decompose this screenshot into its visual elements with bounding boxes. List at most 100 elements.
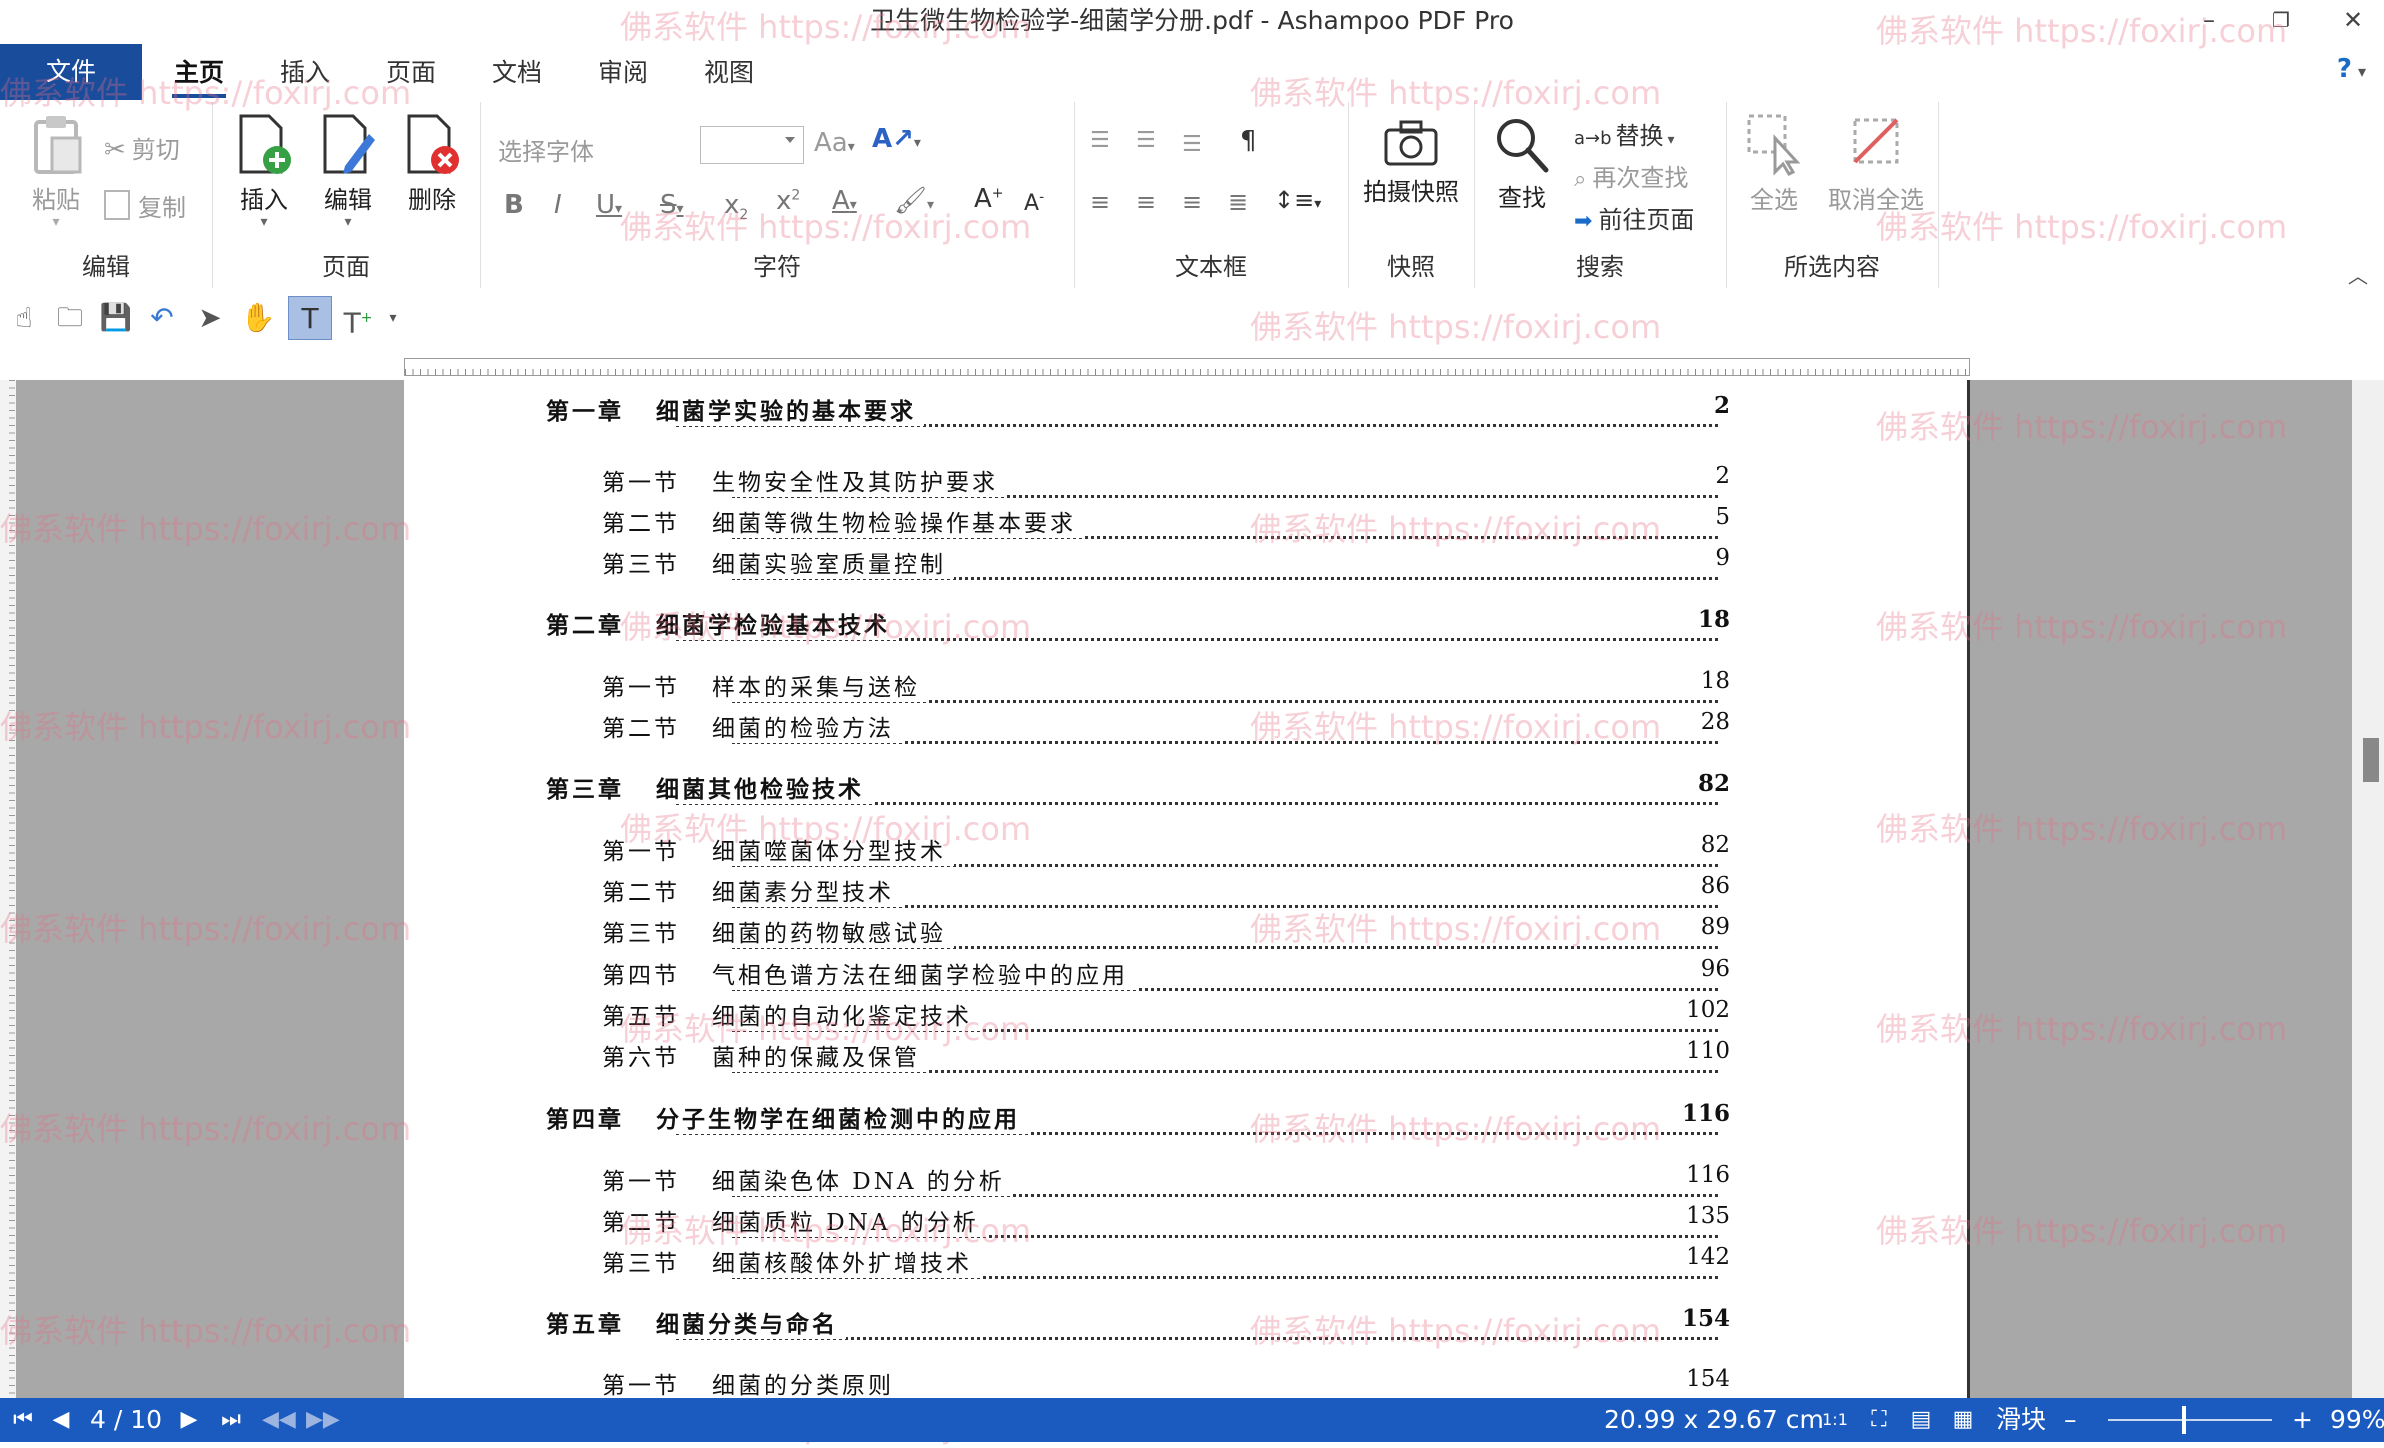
select-all-button[interactable]: 全选 (1734, 112, 1814, 215)
toc-section-row[interactable]: 第三节 细菌核酸体外扩增技术 142 (404, 1244, 1967, 1280)
toc-chapter-row[interactable]: 第五章 细菌分类与命名 154 (404, 1305, 1967, 1341)
list-style-3-button[interactable]: ☰ (1182, 132, 1202, 157)
minimize-button[interactable]: – (2174, 0, 2244, 42)
toc-section-row[interactable]: 第一节 细菌的分类原则 154 (404, 1366, 1967, 1398)
toc-section-row[interactable]: 第四节 气相色谱方法在细菌学检验中的应用 96 (404, 956, 1967, 992)
text-direction-button[interactable]: A↗▾ (872, 124, 921, 154)
toc-section-row[interactable]: 第一节 样本的采集与送检 18 (404, 668, 1967, 704)
superscript-button[interactable]: x2 (776, 186, 800, 216)
vertical-scrollbar[interactable] (2352, 380, 2384, 1398)
text-direction-icon: A↗ (872, 124, 914, 154)
bold-button[interactable]: B (504, 190, 524, 220)
toc-chapter-row[interactable]: 第四章 分子生物学在细菌检测中的应用 116 (404, 1100, 1967, 1136)
file-menu-button[interactable]: 文件 (0, 44, 142, 100)
text-select-icon[interactable]: T (288, 296, 332, 340)
toc-section-row[interactable]: 第二节 细菌等微生物检验操作基本要求 5 (404, 504, 1967, 540)
toc-section-row[interactable]: 第五节 细菌的自动化鉴定技术 102 (404, 997, 1967, 1033)
fit-width-icon[interactable]: ▤ (1906, 1398, 1936, 1442)
toc-section-row[interactable]: 第二节 细菌质粒 DNA 的分析 135 (404, 1203, 1967, 1239)
tab-insert[interactable]: 插入 (280, 42, 330, 102)
paste-button[interactable]: 粘贴 ▾ (20, 114, 92, 229)
continuous-view-icon[interactable]: ▦ (1948, 1398, 1978, 1442)
grow-font-button[interactable]: A+ (974, 184, 1004, 214)
deselect-all-button[interactable]: 取消全选 (1822, 112, 1930, 215)
tab-document[interactable]: 文档 (492, 42, 542, 102)
font-name-combo[interactable]: 选择字体 (498, 132, 678, 167)
group-search: 查找 a→b 替换 ▾ ⌕ 再次查找 ➡ 前往页面 搜索 (1474, 102, 1727, 288)
cut-button[interactable]: ✂ 剪切 (104, 130, 180, 165)
subscript-button[interactable]: x2 (724, 190, 748, 223)
add-text-icon[interactable]: T+ (336, 296, 380, 340)
replace-button[interactable]: a→b 替换 ▾ (1574, 116, 1675, 151)
list-style-1-icon: ☰ (1090, 128, 1110, 153)
tab-review[interactable]: 审阅 (598, 42, 648, 102)
shrink-font-button[interactable]: A- (1024, 190, 1044, 216)
scrollbar-thumb[interactable] (2363, 738, 2379, 782)
tab-home[interactable]: 主页 (171, 42, 227, 102)
toc-section-row[interactable]: 第一节 生物安全性及其防护要求 2 (404, 463, 1967, 499)
actual-size-icon[interactable]: 1:1 (1820, 1398, 1850, 1442)
toc-entry-page: 28 (1694, 709, 1730, 735)
tab-view[interactable]: 视图 (704, 42, 754, 102)
toc-chapter-row[interactable]: 第一章 细菌学实验的基本要求 2 (404, 392, 1967, 428)
undo-icon[interactable]: ↶ (140, 296, 184, 340)
list-style-1-button[interactable]: ☰ (1090, 128, 1110, 153)
insert-page-button[interactable]: 插入 ▾ (228, 114, 300, 229)
collapse-ribbon-icon[interactable]: ︿ (2348, 260, 2368, 289)
goto-page-button[interactable]: ➡ 前往页面 (1574, 200, 1694, 235)
font-size-down-button[interactable]: Aa▾ (814, 128, 855, 158)
save-icon[interactable]: 💾 (94, 296, 138, 340)
font-size-combo[interactable] (700, 126, 804, 164)
toc-section-row[interactable]: 第一节 细菌噬菌体分型技术 82 (404, 832, 1967, 868)
toc-section-row[interactable]: 第三节 细菌的药物敏感试验 89 (404, 914, 1967, 950)
delete-page-button[interactable]: 删除 (396, 114, 468, 215)
back-view-icon[interactable]: ◀◀ (262, 1398, 296, 1442)
align-left-button[interactable]: ≡ (1090, 188, 1110, 216)
snapshot-button[interactable]: 拍摄快照 (1348, 118, 1474, 207)
toc-section-row[interactable]: 第一节 细菌染色体 DNA 的分析 116 (404, 1162, 1967, 1198)
zoom-slider-thumb[interactable] (2182, 1406, 2186, 1434)
tab-page[interactable]: 页面 (386, 42, 436, 102)
select-arrow-icon[interactable]: ➤ (188, 296, 232, 340)
underline-button[interactable]: U▾ (596, 190, 622, 220)
toc-chapter-row[interactable]: 第三章 细菌其他检验技术 82 (404, 770, 1967, 806)
pan-hand-icon[interactable]: ✋ (236, 296, 280, 340)
highlight-button[interactable]: 🖌▾ (894, 186, 934, 216)
find-again-icon: ⌕ (1574, 167, 1587, 192)
toc-section-row[interactable]: 第二节 细菌的检验方法 28 (404, 709, 1967, 745)
pdf-page[interactable]: 第一章 细菌学实验的基本要求 2 第一节 生物安全性及其防护要求 2 第二节 细菌等微生物检验… (404, 380, 1970, 1398)
restore-button[interactable]: ❐ (2246, 0, 2316, 42)
edit-page-button[interactable]: 编辑 ▾ (312, 114, 384, 229)
first-page-icon[interactable]: ⏮ (8, 1398, 38, 1442)
justify-button[interactable]: ≣ (1228, 188, 1248, 216)
toc-chapter-row[interactable]: 第二章 细菌学检验基本技术 18 (404, 606, 1967, 642)
hand-pointer-icon[interactable]: ☝ (2, 296, 46, 340)
find-button[interactable]: 查找 (1482, 116, 1562, 213)
paragraph-marks-button[interactable]: ¶ (1240, 126, 1257, 156)
align-center-button[interactable]: ≡ (1136, 188, 1156, 216)
customize-toolbar-icon[interactable]: ▾ (380, 296, 406, 340)
page-indicator[interactable]: 4 / 10 (90, 1398, 162, 1442)
copy-button[interactable]: 复制 (104, 188, 186, 223)
strikethrough-button[interactable]: S▾ (660, 190, 684, 220)
previous-page-icon[interactable]: ◀ (46, 1398, 76, 1442)
help-button[interactable]: ? ▾ (2337, 54, 2366, 84)
last-page-icon[interactable]: ⏭ (216, 1398, 246, 1442)
open-folder-icon[interactable]: 🗀 (48, 296, 92, 340)
zoom-slider-track[interactable] (2108, 1419, 2272, 1421)
toc-section-row[interactable]: 第六节 菌种的保藏及保管 110 (404, 1038, 1967, 1074)
zoom-in-button[interactable]: + (2292, 1398, 2313, 1442)
zoom-out-button[interactable]: – (2064, 1398, 2077, 1442)
font-color-button[interactable]: A▾ (832, 186, 857, 216)
list-style-2-button[interactable]: ☰ (1136, 128, 1156, 153)
line-spacing-button[interactable]: ↕≡▾ (1274, 186, 1321, 214)
close-button[interactable]: ✕ (2318, 0, 2384, 42)
toc-section-row[interactable]: 第二节 细菌素分型技术 86 (404, 873, 1967, 909)
find-again-button[interactable]: ⌕ 再次查找 (1574, 158, 1688, 193)
fit-page-icon[interactable]: ⛶ (1864, 1398, 1894, 1442)
align-right-button[interactable]: ≡ (1182, 188, 1202, 216)
italic-button[interactable]: I (554, 190, 562, 220)
forward-view-icon[interactable]: ▶▶ (306, 1398, 340, 1442)
toc-section-row[interactable]: 第三节 细菌实验室质量控制 9 (404, 545, 1967, 581)
next-page-icon[interactable]: ▶ (174, 1398, 204, 1442)
